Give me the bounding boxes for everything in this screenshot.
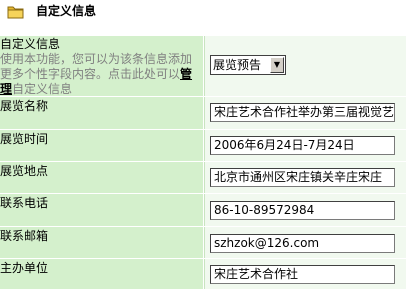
field-label-email: 联系邮箱 — [0, 227, 204, 258]
field-row-organizer: 主办单位 宋庄艺术合作社 — [0, 259, 406, 290]
chevron-down-icon[interactable]: ▼ — [270, 57, 284, 73]
custom-info-label: 自定义信息 — [0, 37, 61, 51]
info-type-select[interactable]: 展览预告 ▼ — [210, 55, 286, 75]
contact-phone-input[interactable]: 86-10-89572984 — [210, 201, 395, 220]
field-label-organizer: 主办单位 — [0, 259, 204, 289]
exhibition-name-input[interactable]: 宋庄艺术合作社举办第三届视觉艺 — [210, 103, 395, 122]
contact-email-input[interactable]: szhzok@126.com — [210, 234, 395, 253]
field-label-phone: 联系电话 — [0, 194, 204, 226]
exhibition-time-input[interactable]: 2006年6月24日-7月24日 — [210, 136, 395, 155]
field-row-location: 展览地点 北京市通州区宋庄镇关辛庄宋庄 — [0, 162, 406, 194]
field-row-time: 展览时间 2006年6月24日-7月24日 — [0, 130, 406, 162]
info-type-selected: 展览预告 — [213, 58, 262, 72]
field-label-location: 展览地点 — [0, 162, 204, 193]
section-title: 自定义信息 — [36, 4, 97, 18]
custom-info-row: 自定义信息 使用本功能，您可以为该条信息添加更多个性字段内容。点击此处可以管理自… — [0, 36, 406, 97]
custom-info-value-cell: 展览预告 ▼ — [204, 36, 406, 96]
custom-info-label-cell: 自定义信息 使用本功能，您可以为该条信息添加更多个性字段内容。点击此处可以管理自… — [0, 36, 204, 96]
field-row-phone: 联系电话 86-10-89572984 — [0, 194, 406, 227]
exhibition-location-input[interactable]: 北京市通州区宋庄镇关辛庄宋庄 — [210, 168, 395, 187]
section-header: 自定义信息 — [0, 0, 406, 26]
field-label-time: 展览时间 — [0, 130, 204, 161]
field-label-name: 展览名称 — [0, 97, 204, 129]
folder-icon — [7, 6, 24, 19]
field-row-name: 展览名称 宋庄艺术合作社举办第三届视觉艺 — [0, 97, 406, 130]
custom-info-description: 使用本功能，您可以为该条信息添加更多个性字段内容。点击此处可以管理自定义信息 — [0, 52, 193, 96]
custom-info-form: 自定义信息 使用本功能，您可以为该条信息添加更多个性字段内容。点击此处可以管理自… — [0, 36, 406, 290]
organizer-input[interactable]: 宋庄艺术合作社 — [210, 265, 395, 284]
field-row-email: 联系邮箱 szhzok@126.com — [0, 227, 406, 259]
